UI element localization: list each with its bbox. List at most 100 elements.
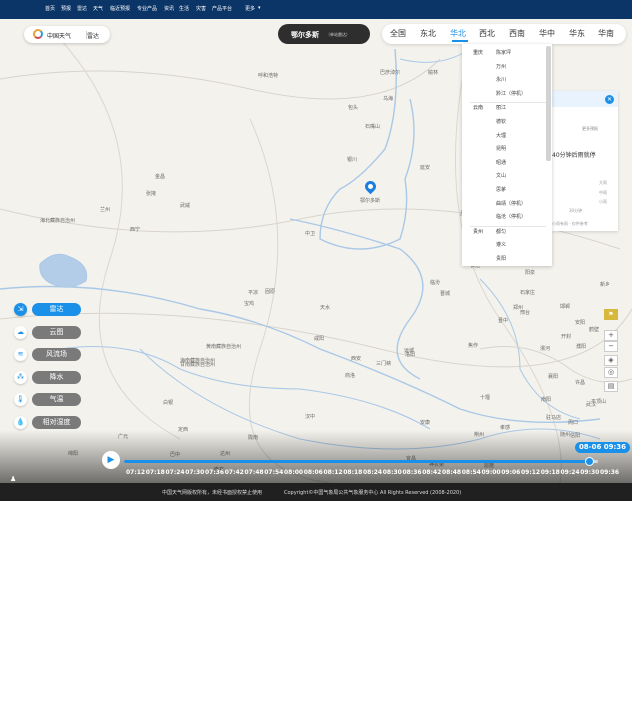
layers-icon[interactable]: ▤ (604, 381, 618, 392)
city-option[interactable]: 德钦 (496, 118, 506, 125)
time-tick[interactable]: 08:06 (304, 469, 323, 476)
time-tick[interactable]: 09:00 (482, 469, 501, 476)
city-option[interactable]: 大理 (496, 132, 506, 139)
city-option[interactable]: 都匀 (496, 228, 506, 235)
city-option[interactable]: 黔江（停机） (496, 90, 526, 97)
time-tick[interactable]: 08:18 (343, 469, 362, 476)
humidity-icon[interactable]: 💧 (14, 416, 27, 429)
person-icon[interactable]: ♟ (10, 475, 22, 483)
time-tick[interactable]: 09:24 (561, 469, 580, 476)
tab-region[interactable]: 华东 (569, 28, 585, 39)
timeline-track[interactable] (124, 457, 598, 466)
layer-button[interactable]: 降水 (32, 370, 81, 384)
nav-item[interactable]: 天气 (93, 5, 103, 12)
layer-button[interactable]: 风流场 (32, 348, 81, 362)
time-tick[interactable]: 07:24 (166, 469, 185, 476)
city-option[interactable]: 万州 (496, 63, 506, 70)
layer-toggle[interactable]: ⇲ 雷达 (14, 303, 82, 316)
nav-item[interactable]: 首页 (45, 5, 55, 12)
layer-toggle[interactable]: ☁ 云图 (14, 325, 82, 339)
more-forecast-link[interactable]: 更多预报 (582, 126, 598, 132)
city-option[interactable]: 贵阳 (496, 255, 506, 262)
wind-icon[interactable]: ≋ (14, 348, 27, 362)
layer-toggle[interactable]: 🌡 气温 (14, 393, 82, 407)
tab-region[interactable]: 西北 (479, 28, 495, 39)
tab-region[interactable]: 华南 (598, 28, 614, 39)
nav-item[interactable]: 生活 (179, 5, 189, 12)
tab-region[interactable]: 西南 (509, 28, 525, 39)
nav-item[interactable]: 更多 (245, 5, 255, 12)
layer-toggle[interactable]: ⁂ 降水 (14, 370, 82, 384)
time-tick[interactable]: 09:12 (521, 469, 540, 476)
time-tick[interactable]: 09:06 (501, 469, 520, 476)
time-tick[interactable]: 08:36 (403, 469, 422, 476)
time-tick[interactable]: 07:48 (245, 469, 264, 476)
zoom-out-button[interactable]: − (604, 341, 618, 352)
play-button[interactable]: ▶ (102, 451, 120, 469)
time-tick[interactable]: 08:00 (284, 469, 303, 476)
time-tick[interactable]: 09:36 (600, 469, 619, 476)
radar-icon[interactable]: ⇲ (14, 303, 27, 316)
nav-item[interactable]: 临近预报 (110, 5, 130, 12)
time-tick[interactable]: 09:30 (580, 469, 599, 476)
time-tick[interactable]: 08:24 (363, 469, 382, 476)
logo-badge[interactable]: 中国天气 雷达 (24, 26, 110, 43)
city-option[interactable]: 陈家坪 (496, 49, 511, 56)
flag-icon[interactable]: ⚑ (604, 309, 618, 320)
logo-icon (33, 29, 43, 39)
time-tick[interactable]: 07:36 (205, 469, 224, 476)
time-tick[interactable]: 08:54 (462, 469, 481, 476)
time-tick[interactable]: 07:18 (146, 469, 165, 476)
thermometer-icon[interactable]: 🌡 (14, 393, 27, 407)
rain-icon[interactable]: ⁂ (14, 370, 27, 384)
time-tick[interactable]: 07:54 (264, 469, 283, 476)
time-tick[interactable]: 08:12 (324, 469, 343, 476)
active-tab-indicator (452, 40, 468, 42)
city-option[interactable]: 文山 (496, 172, 506, 179)
city-option[interactable]: 临沧（停机） (496, 213, 526, 220)
nav-item[interactable]: 雷达 (77, 5, 87, 12)
nav-item[interactable]: 资讯 (164, 5, 174, 12)
city-dropdown[interactable]: 重庆 陈家坪 万州 永川 黔江（停机） 云南 丽江 德钦 大理 昆明 昭通 文山 思茅 曲靖（停机） 临沧（… (462, 44, 552, 266)
close-icon[interactable]: ✕ (605, 95, 614, 104)
layer-toggle[interactable]: 💧 相对湿度 (14, 416, 82, 429)
city-option[interactable]: 遵义 (496, 241, 506, 248)
layer-button[interactable]: 雷达 (32, 303, 81, 316)
dropdown-scrollbar[interactable] (546, 46, 551, 161)
city-option[interactable]: 昆明 (496, 145, 506, 152)
nav-item[interactable]: 预报 (61, 5, 71, 12)
city-option[interactable]: 永川 (496, 76, 506, 83)
station-selector[interactable]: 鄂尔多斯 （单站雷达） (278, 24, 370, 44)
time-tick[interactable]: 08:42 (422, 469, 441, 476)
city-option[interactable]: 思茅 (496, 186, 506, 193)
tab-region[interactable]: 华北 (450, 28, 466, 39)
zoom-in-button[interactable]: + (604, 330, 618, 341)
time-tick[interactable]: 07:30 (185, 469, 204, 476)
locate-icon[interactable]: ◎ (604, 367, 618, 378)
time-tick[interactable]: 07:12 (126, 469, 145, 476)
tab-region[interactable]: 全国 (390, 28, 406, 39)
city-option[interactable]: 丽江 (496, 104, 506, 111)
tab-region[interactable]: 华中 (539, 28, 555, 39)
tab-region[interactable]: 东北 (420, 28, 436, 39)
city-option[interactable]: 曲靖（停机） (496, 200, 526, 207)
cloud-icon[interactable]: ☁ (14, 325, 27, 339)
nav-item[interactable]: 专业产品 (137, 5, 157, 12)
layer-button[interactable]: 气温 (32, 393, 81, 407)
time-tick[interactable]: 09:18 (541, 469, 560, 476)
timeline-handle[interactable] (584, 457, 594, 466)
place-label: 开封 (561, 334, 572, 340)
nav-item[interactable]: 灾害 (196, 5, 206, 12)
layer-button[interactable]: 云图 (32, 325, 81, 339)
logo-title: 中国天气 (47, 33, 72, 40)
time-tick[interactable]: 07:42 (225, 469, 244, 476)
compass-icon[interactable]: ◈ (604, 355, 618, 366)
city-option[interactable]: 昭通 (496, 159, 506, 166)
layer-button[interactable]: 相对湿度 (32, 416, 81, 429)
time-tick[interactable]: 08:48 (442, 469, 461, 476)
nav-item[interactable]: 产品平台 (212, 5, 232, 12)
chevron-down-icon[interactable]: ▾ (258, 5, 261, 11)
place-label: 中卫 (305, 231, 316, 237)
time-tick[interactable]: 08:30 (383, 469, 402, 476)
layer-toggle[interactable]: ≋ 风流场 (14, 348, 82, 362)
